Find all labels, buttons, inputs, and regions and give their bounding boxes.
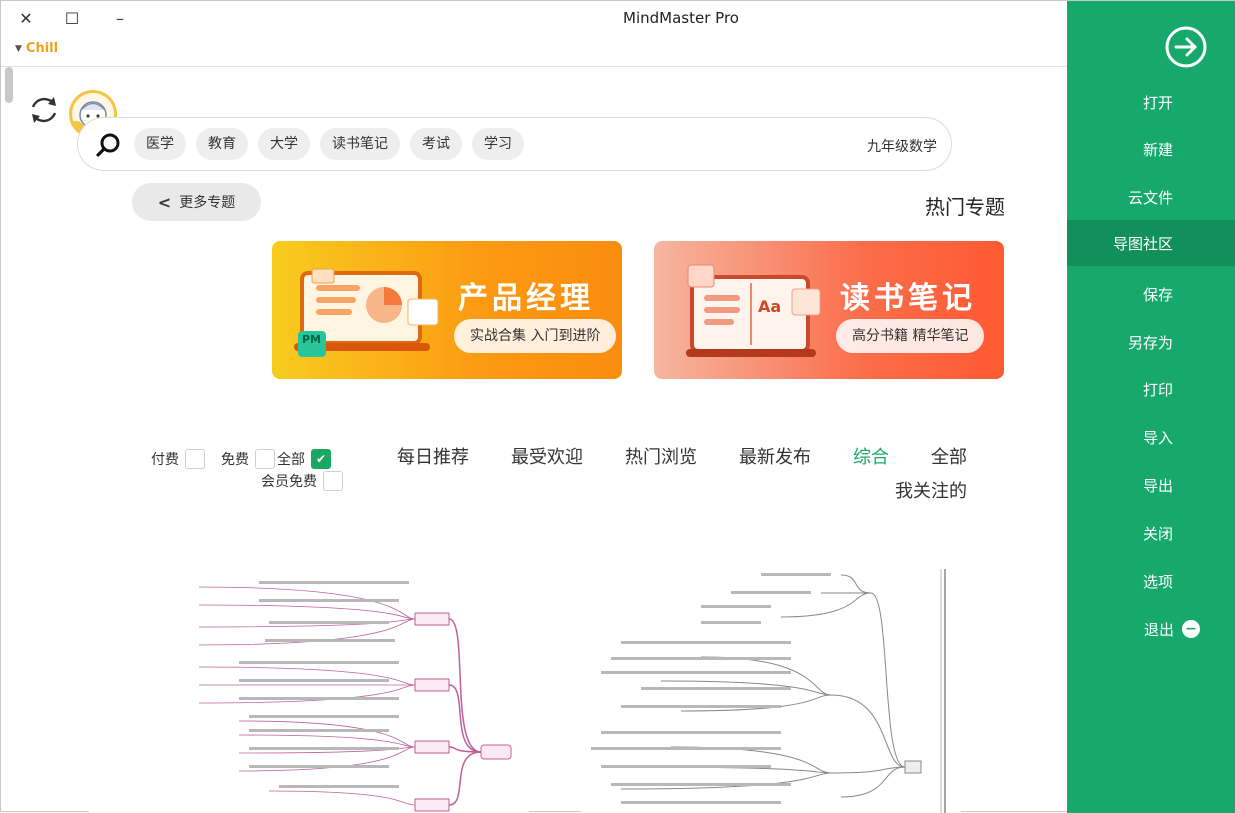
search-tags: 医学 教育 大学 读书笔记 考试 学习	[134, 128, 524, 160]
more-topics-button[interactable]: < 更多专题	[132, 183, 261, 221]
checkbox-label: 付费	[151, 452, 179, 468]
search-input[interactable]: 九年级数学	[867, 136, 937, 156]
filter-all-checkbox[interactable]: 全部 ✔	[277, 449, 331, 469]
menu-import[interactable]: 导入	[1067, 414, 1235, 460]
mindmap-thumbnail	[198, 581, 512, 812]
checkbox[interactable]	[255, 449, 275, 469]
menu-exit-label: 退出	[1143, 620, 1174, 639]
vertical-scrollbar[interactable]	[5, 67, 13, 103]
search-bar[interactable]: 医学 教育 大学 读书笔记 考试 学习 九年级数学	[77, 117, 952, 171]
tab-daily-picks[interactable]: 每日推荐	[397, 443, 469, 469]
app-window: ✕ ☐ – MindMaster Pro ▼ Chill 医学 教育 大学 读书…	[0, 0, 1235, 813]
menu-cloud-files[interactable]: 云文件	[1067, 174, 1235, 220]
window-title: MindMaster Pro	[623, 9, 739, 27]
filter-free-checkbox[interactable]: 免费	[221, 449, 275, 469]
tab-most-popular[interactable]: 最受欢迎	[511, 443, 583, 469]
tab-comprehensive[interactable]: 综合	[853, 443, 889, 469]
pm-badge: PM	[302, 333, 322, 346]
menu-community[interactable]: 导图社区	[1067, 220, 1235, 266]
exit-icon: −	[1182, 620, 1200, 638]
checkbox-label: 免费	[221, 452, 249, 468]
mindmap-preview-card[interactable]	[89, 561, 529, 813]
file-menu-sidebar: 打开 新建 云文件 导图社区 保存 另存为 打印 导入 导出 关闭 选项 退出 …	[1067, 1, 1235, 813]
mindmap-preview-card[interactable]	[581, 561, 961, 813]
search-tag[interactable]: 教育	[196, 128, 248, 160]
search-tag[interactable]: 考试	[410, 128, 462, 160]
search-icon[interactable]	[96, 132, 122, 158]
tab-following[interactable]: 我关注的	[895, 477, 967, 503]
more-topics-label: 更多专题	[179, 195, 236, 211]
book-illustration	[686, 264, 821, 357]
minimize-icon[interactable]: –	[107, 7, 133, 29]
close-icon[interactable]: ✕	[13, 7, 39, 29]
tab-all[interactable]: 全部	[931, 443, 967, 469]
theme-selector[interactable]: ▼ Chill	[15, 41, 58, 56]
checkbox-label: 会员免费	[261, 474, 317, 490]
menu-export[interactable]: 导出	[1067, 462, 1235, 508]
checkbox-label: 全部	[277, 452, 305, 468]
menu-print[interactable]: 打印	[1067, 366, 1235, 412]
menu-open[interactable]: 打开	[1067, 79, 1235, 125]
laptop-illustration	[294, 268, 439, 357]
menu-new[interactable]: 新建	[1067, 126, 1235, 172]
banner-title: 读书笔记	[840, 281, 976, 316]
menu-options[interactable]: 选项	[1067, 558, 1235, 604]
banner-product-manager[interactable]: PM 产品经理 实战合集 入门到进阶	[272, 241, 622, 379]
banner-subtitle: 高分书籍 精华笔记	[836, 319, 985, 353]
search-tag[interactable]: 学习	[472, 128, 524, 160]
chevron-left-icon: <	[157, 192, 172, 212]
filter-paid-checkbox[interactable]: 付费	[151, 449, 205, 469]
checkbox[interactable]	[185, 449, 205, 469]
search-tag[interactable]: 大学	[258, 128, 310, 160]
check-icon[interactable]: ✔	[311, 449, 331, 469]
tab-latest[interactable]: 最新发布	[739, 443, 811, 469]
filter-member-free-checkbox[interactable]: 会员免费	[261, 471, 343, 491]
mindmap-thumbnail	[591, 569, 946, 813]
checkbox[interactable]	[323, 471, 343, 491]
back-arrow-icon[interactable]	[1164, 25, 1208, 69]
search-tag[interactable]: 读书笔记	[320, 128, 400, 160]
menu-close[interactable]: 关闭	[1067, 510, 1235, 556]
refresh-icon[interactable]	[27, 93, 61, 127]
aa-badge: Aa	[758, 297, 782, 316]
theme-label: Chill	[25, 41, 59, 56]
title-divider	[1, 66, 1067, 67]
banner-reading-notes[interactable]: Aa 读书笔记 高分书籍 精华笔记	[654, 241, 1004, 379]
menu-exit[interactable]: 退出 −	[1067, 606, 1235, 652]
maximize-icon[interactable]: ☐	[59, 7, 85, 29]
banner-title: 产品经理	[458, 281, 594, 316]
caret-down-icon: ▼	[15, 43, 22, 54]
search-tag[interactable]: 医学	[134, 128, 186, 160]
menu-save-as[interactable]: 另存为	[1067, 319, 1235, 365]
tab-hot-views[interactable]: 热门浏览	[625, 443, 697, 469]
menu-save[interactable]: 保存	[1067, 271, 1235, 317]
banner-subtitle: 实战合集 入门到进阶	[454, 319, 617, 353]
hot-topics-title: 热门专题	[925, 195, 1005, 219]
